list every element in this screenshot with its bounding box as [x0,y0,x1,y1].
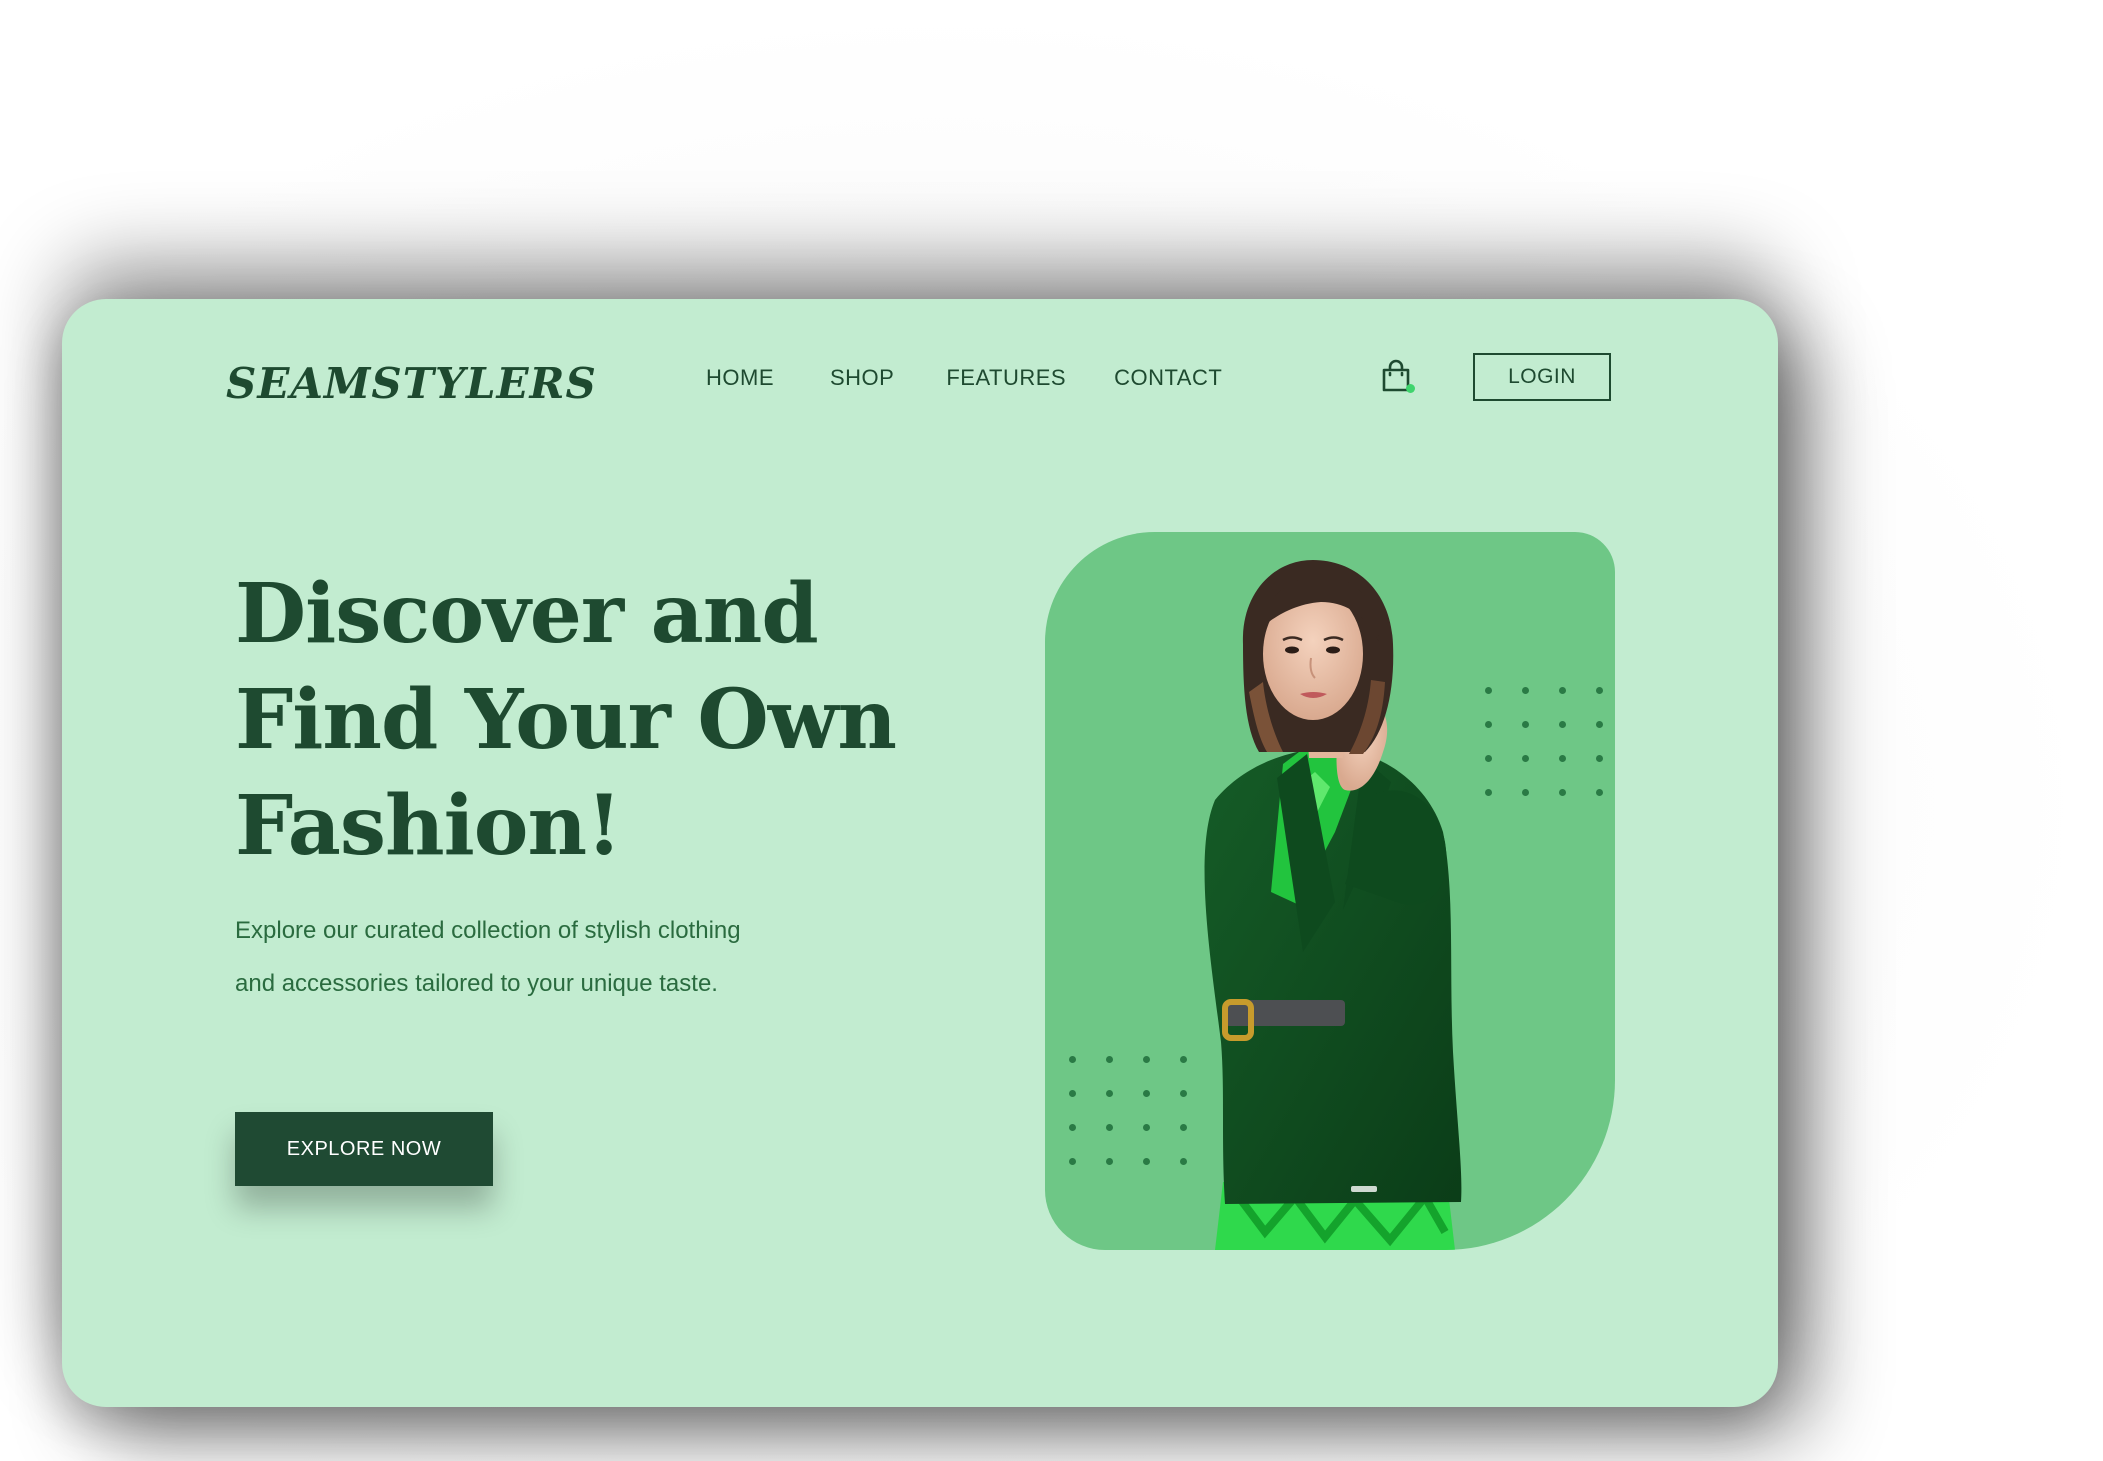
hero-description: Explore our curated collection of stylis… [235,917,741,997]
main-nav: HOME SHOP FEATURES CONTACT [706,365,1278,391]
brand-logo[interactable]: SEAMSTYLERS [226,359,597,408]
hero-headline: Discover and Find Your Own Fashion! [235,561,915,879]
nav-item-shop[interactable]: SHOP [830,365,894,391]
nav-item-contact[interactable]: CONTACT [1114,365,1222,391]
headline-line-3: Fashion! [235,778,622,874]
headline-line-1: Discover and [235,566,819,662]
cart-badge [1406,384,1415,393]
nav-item-features[interactable]: FEATURES [946,365,1066,391]
hero-image-frame [1045,532,1615,1250]
login-button[interactable]: LOGIN [1473,353,1611,401]
headline-line-2: Find Your Own [235,672,897,768]
model-photo [1204,560,1462,1250]
page-backdrop: SEAMSTYLERS HOME SHOP FEATURES CONTACT L… [0,0,2103,1461]
nav-item-home[interactable]: HOME [706,365,774,391]
landing-page-card: SEAMSTYLERS HOME SHOP FEATURES CONTACT L… [62,299,1778,1407]
shopping-bag-icon[interactable] [1381,359,1415,395]
explore-now-button[interactable]: EXPLORE NOW [235,1112,493,1186]
